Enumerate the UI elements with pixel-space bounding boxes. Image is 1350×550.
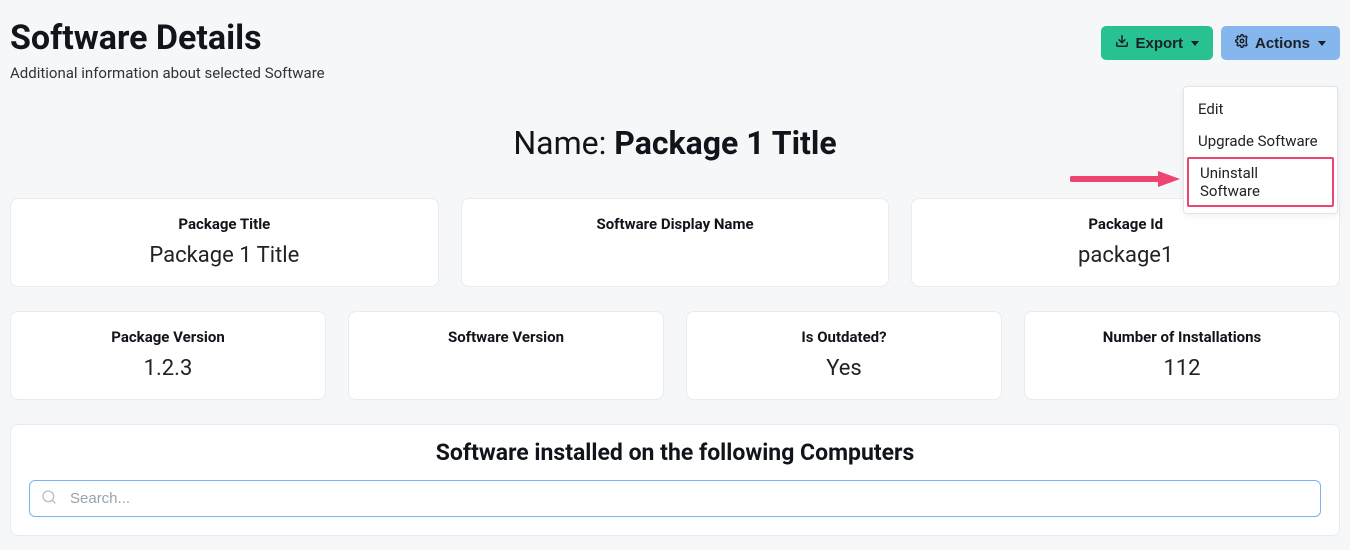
card-value: Package 1 Title: [21, 243, 428, 268]
download-icon: [1115, 34, 1129, 52]
card-label: Software Version: [359, 328, 653, 346]
computers-title: Software installed on the following Comp…: [29, 439, 1321, 466]
dropdown-item-upgrade[interactable]: Upgrade Software: [1184, 125, 1337, 157]
card-software-display-name: Software Display Name: [461, 198, 890, 287]
card-label: Package Title: [21, 215, 428, 233]
software-name-heading: Name: Package 1 Title: [10, 124, 1340, 162]
export-label: Export: [1135, 35, 1183, 52]
computers-panel: Software installed on the following Comp…: [10, 424, 1340, 536]
export-button[interactable]: Export: [1101, 26, 1213, 60]
card-value: package1: [922, 243, 1329, 268]
card-value: 1.2.3: [21, 356, 315, 381]
caret-down-icon: [1191, 41, 1199, 46]
dropdown-item-edit[interactable]: Edit: [1184, 93, 1337, 125]
page-title: Software Details: [10, 18, 325, 58]
annotation-arrow-icon: [1070, 170, 1180, 192]
actions-label: Actions: [1255, 35, 1310, 52]
gear-icon: [1235, 34, 1249, 52]
card-label: Is Outdated?: [697, 328, 991, 346]
search-input[interactable]: [29, 480, 1321, 517]
card-software-version: Software Version: [348, 311, 664, 400]
card-package-version: Package Version 1.2.3: [10, 311, 326, 400]
card-label: Software Display Name: [472, 215, 879, 233]
card-label: Number of Installations: [1035, 328, 1329, 346]
name-prefix: Name:: [513, 124, 614, 162]
search-icon: [41, 489, 57, 509]
card-label: Package Version: [21, 328, 315, 346]
name-value: Package 1 Title: [614, 124, 836, 162]
actions-button[interactable]: Actions: [1221, 26, 1340, 60]
card-label: Package Id: [922, 215, 1329, 233]
caret-down-icon: [1318, 41, 1326, 46]
actions-dropdown: Edit Upgrade Software Uninstall Software: [1183, 86, 1338, 214]
card-is-outdated: Is Outdated? Yes: [686, 311, 1002, 400]
page-subtitle: Additional information about selected So…: [10, 64, 325, 82]
card-installations: Number of Installations 112: [1024, 311, 1340, 400]
dropdown-item-uninstall[interactable]: Uninstall Software: [1187, 157, 1334, 207]
card-value: 112: [1035, 356, 1329, 381]
card-package-title: Package Title Package 1 Title: [10, 198, 439, 287]
card-value: Yes: [697, 356, 991, 381]
